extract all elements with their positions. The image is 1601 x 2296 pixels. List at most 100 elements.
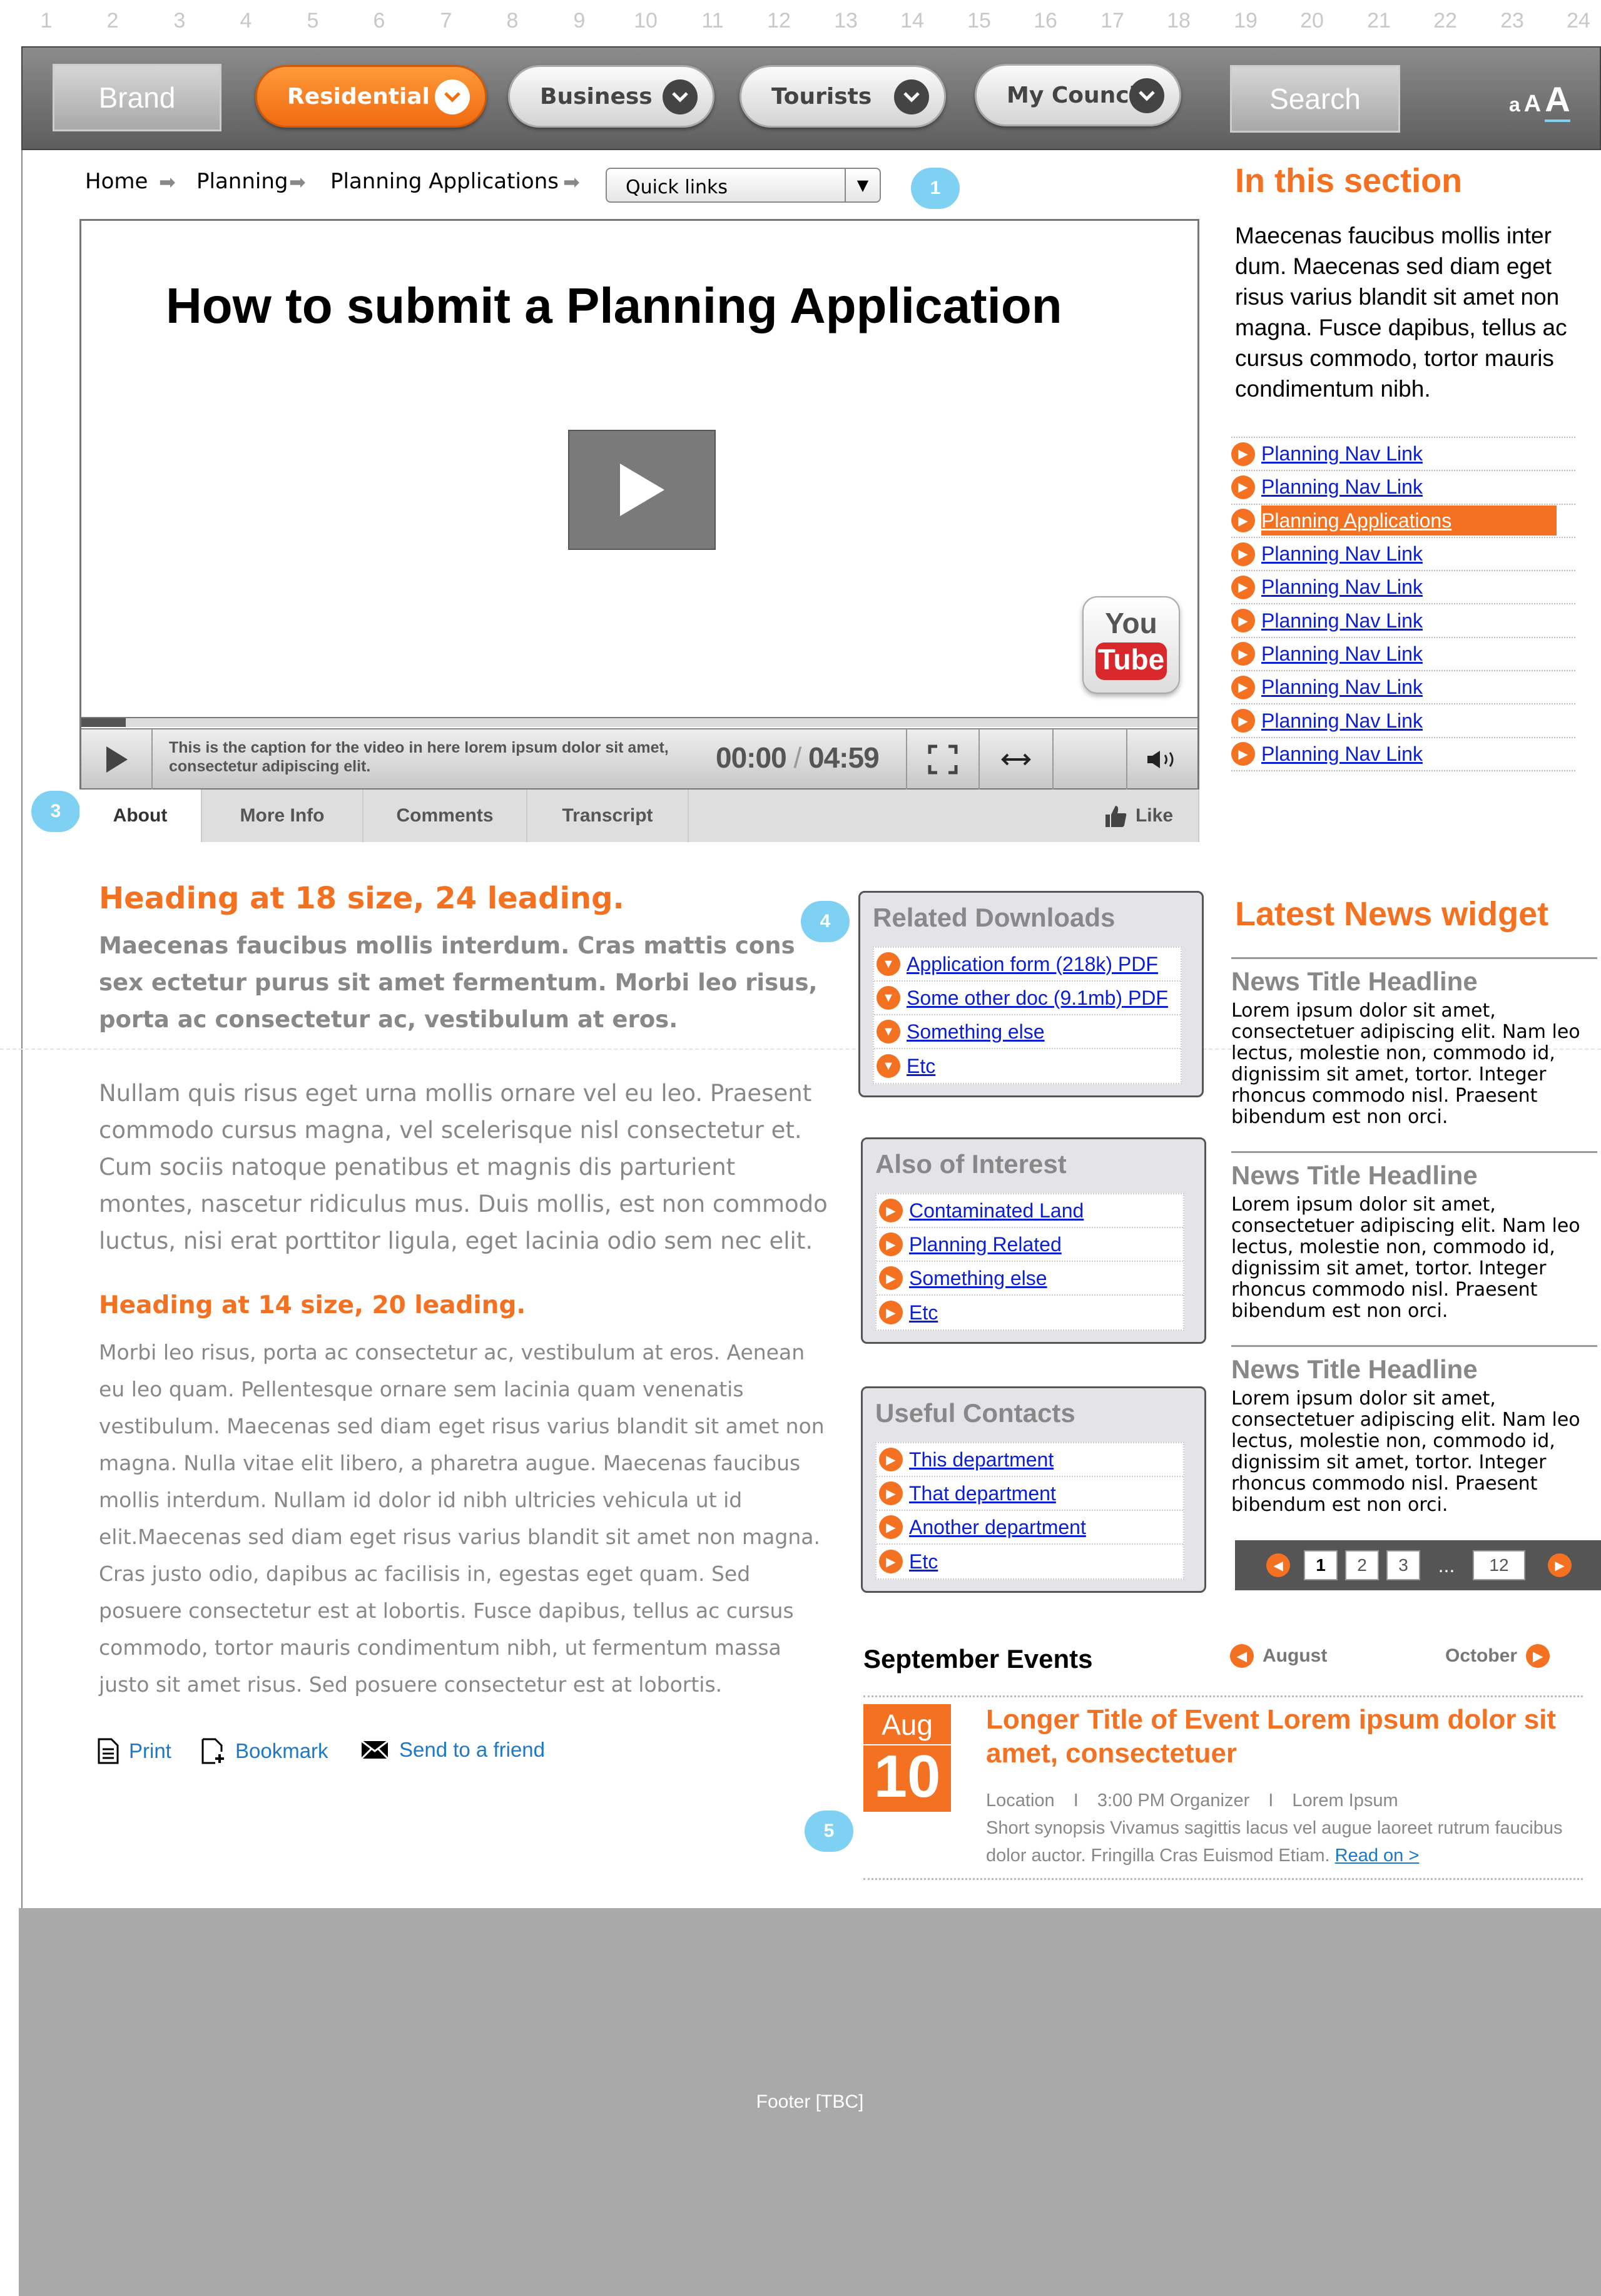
sidebar-item-selected[interactable]: ▶ Planning Applications — [1231, 505, 1575, 538]
nav-link[interactable]: Planning Nav Link — [1261, 475, 1423, 499]
list-item[interactable]: ▶ Etc — [877, 1545, 1183, 1578]
list-item[interactable]: ▼ Some other doc (9.1mb) PDF — [874, 982, 1181, 1015]
nav-link[interactable]: Planning Nav Link — [1261, 609, 1423, 632]
tab-about[interactable]: About — [79, 790, 202, 842]
news-headline[interactable]: News Title Headline — [1231, 1161, 1597, 1191]
send-to-friend-link[interactable]: Send to a friend — [360, 1738, 545, 1762]
grid-number: 3 — [173, 9, 186, 33]
page-number-current[interactable]: 1 — [1304, 1550, 1338, 1580]
tab-transcript[interactable]: Transcript — [527, 790, 689, 842]
events-prev-month[interactable]: ▶ August — [1230, 1644, 1327, 1668]
events-next-month[interactable]: October ▶ — [1445, 1644, 1550, 1668]
expand-width-icon[interactable] — [980, 729, 1054, 790]
font-size-controls: a A A — [1509, 79, 1570, 122]
arrow-right-icon: ▶ — [879, 1199, 903, 1222]
progress-fill — [81, 718, 126, 727]
news-headline[interactable]: News Title Headline — [1231, 967, 1597, 997]
nav-link[interactable]: Planning Nav Link — [1261, 442, 1423, 465]
list-item[interactable]: ▶ Another department — [877, 1511, 1183, 1545]
contact-link[interactable]: Etc — [909, 1550, 938, 1573]
page-number[interactable]: 2 — [1345, 1550, 1379, 1580]
nav-tourists[interactable]: Tourists — [740, 65, 946, 128]
play-icon[interactable] — [568, 430, 716, 550]
list-item[interactable]: ▶ Planning Related — [877, 1228, 1183, 1262]
sidebar-item[interactable]: ▶ Planning Nav Link — [1231, 671, 1575, 705]
tab-comments[interactable]: Comments — [363, 790, 527, 842]
like-button[interactable]: Like — [689, 790, 1199, 842]
page-number[interactable]: 3 — [1386, 1550, 1420, 1580]
list-item[interactable]: ▼ Application form (218k) PDF — [874, 948, 1181, 982]
font-size-small[interactable]: a — [1509, 93, 1520, 116]
breadcrumb-planning[interactable]: Planning — [196, 169, 288, 194]
arrow-right-icon: ▶ — [879, 1481, 903, 1505]
nav-residential[interactable]: Residential — [255, 65, 487, 128]
font-size-large[interactable]: A — [1545, 79, 1570, 122]
download-link[interactable]: Some other doc (9.1mb) PDF — [907, 987, 1168, 1010]
download-link[interactable]: Etc — [907, 1055, 935, 1078]
grid-number: 13 — [834, 9, 858, 33]
sidebar-item[interactable]: ▶ Planning Nav Link — [1231, 571, 1575, 605]
list-item[interactable]: ▶ Etc — [877, 1296, 1183, 1329]
volume-icon[interactable] — [1127, 729, 1197, 790]
nav-business[interactable]: Business — [508, 65, 714, 128]
breadcrumb-home[interactable]: Home — [85, 169, 148, 194]
quick-links-select[interactable]: Quick links ▼ — [606, 168, 881, 203]
play-button[interactable] — [81, 729, 153, 790]
previous-page-icon[interactable]: ▶ — [1266, 1553, 1290, 1577]
sidebar-item[interactable]: ▶ Planning Nav Link — [1231, 604, 1575, 638]
event-title[interactable]: Longer Title of Event Lorem ipsum dolor … — [986, 1703, 1587, 1770]
next-month-label: October — [1445, 1645, 1518, 1666]
search-button[interactable]: Search — [1230, 65, 1400, 133]
sidebar-item[interactable]: ▶ Planning Nav Link — [1231, 471, 1575, 505]
nav-my-council[interactable]: My Council — [975, 64, 1181, 126]
download-link[interactable]: Something else — [907, 1020, 1045, 1044]
sidebar-item[interactable]: ▶ Planning Nav Link — [1231, 538, 1575, 572]
list-item[interactable]: ▶ Something else — [877, 1262, 1183, 1296]
section-title: In this section — [1235, 162, 1463, 200]
sidebar-item[interactable]: ▶ Planning Nav Link — [1231, 738, 1575, 771]
nav-link[interactable]: Planning Nav Link — [1261, 643, 1423, 666]
download-link[interactable]: Application form (218k) PDF — [907, 953, 1158, 976]
sidebar-item[interactable]: ▶ Planning Nav Link — [1231, 438, 1575, 472]
grid-number: 7 — [440, 9, 452, 33]
print-link[interactable]: Print — [98, 1738, 171, 1764]
progress-bar[interactable] — [81, 717, 1197, 727]
next-page-icon[interactable]: ▶ — [1548, 1553, 1572, 1577]
news-item[interactable]: News Title Headline Lorem ipsum dolor si… — [1231, 1345, 1597, 1533]
contact-link[interactable]: Another department — [909, 1516, 1086, 1539]
list-item[interactable]: ▼ Something else — [874, 1015, 1181, 1049]
interest-link[interactable]: Something else — [909, 1267, 1047, 1290]
list-item[interactable]: ▶ This department — [877, 1443, 1183, 1477]
interest-link[interactable]: Etc — [909, 1301, 938, 1324]
arrow-right-icon: ➡ — [289, 171, 306, 193]
sidebar-item[interactable]: ▶ Planning Nav Link — [1231, 704, 1575, 738]
nav-link[interactable]: Planning Nav Link — [1261, 676, 1423, 699]
read-on-link[interactable]: Read on > — [1335, 1846, 1420, 1866]
contact-link[interactable]: That department — [909, 1482, 1056, 1505]
interest-link[interactable]: Planning Related — [909, 1233, 1062, 1256]
nav-link[interactable]: Planning Nav Link — [1261, 576, 1423, 599]
time-separator: / — [793, 741, 801, 774]
nav-link[interactable]: Planning Nav Link — [1261, 542, 1423, 566]
brand-logo[interactable]: Brand — [53, 64, 221, 131]
duration: 04:59 — [808, 741, 880, 774]
tab-more-info[interactable]: More Info — [202, 790, 363, 842]
font-size-medium[interactable]: A — [1524, 91, 1541, 118]
list-item[interactable]: ▶ That department — [877, 1477, 1183, 1511]
sidebar-item[interactable]: ▶ Planning Nav Link — [1231, 638, 1575, 672]
contact-link[interactable]: This department — [909, 1448, 1054, 1471]
list-item[interactable]: ▼ Etc — [874, 1049, 1181, 1083]
list-item[interactable]: ▶ Contaminated Land — [877, 1194, 1183, 1228]
fullscreen-button[interactable] — [906, 729, 980, 790]
news-item[interactable]: News Title Headline Lorem ipsum dolor si… — [1231, 1151, 1597, 1345]
news-headline[interactable]: News Title Headline — [1231, 1354, 1597, 1384]
news-item[interactable]: News Title Headline Lorem ipsum dolor si… — [1231, 957, 1597, 1151]
youtube-logo[interactable]: You Tube — [1082, 596, 1180, 694]
nav-link-current[interactable]: Planning Applications — [1261, 505, 1557, 536]
nav-link[interactable]: Planning Nav Link — [1261, 709, 1423, 733]
heading-14: Heading at 14 size, 20 leading. — [99, 1291, 526, 1319]
interest-link[interactable]: Contaminated Land — [909, 1199, 1084, 1222]
bookmark-link[interactable]: Bookmark — [201, 1738, 328, 1764]
nav-link[interactable]: Planning Nav Link — [1261, 743, 1423, 766]
page-number-last[interactable]: 12 — [1473, 1550, 1525, 1580]
